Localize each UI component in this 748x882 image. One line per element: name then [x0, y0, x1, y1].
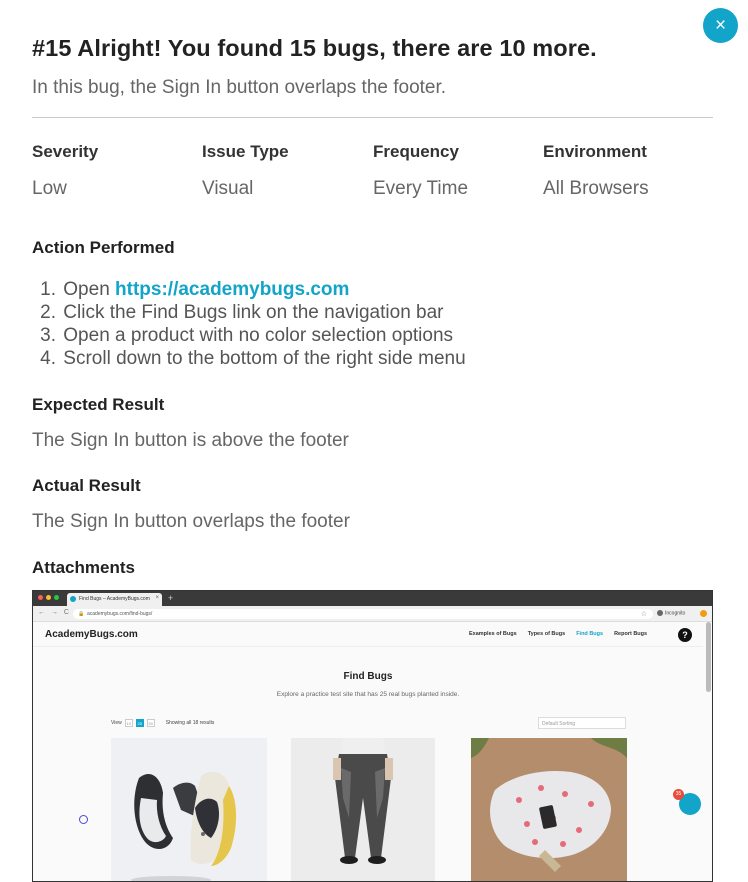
incognito-icon	[657, 610, 663, 616]
shoes-image	[111, 738, 267, 881]
expected-text: The Sign In button is above the footer	[32, 430, 349, 451]
steps-list: 1. Open https://academybugs.com 2. Click…	[32, 278, 466, 370]
nav-find-bugs: Find Bugs	[576, 631, 604, 637]
shirt-image	[471, 738, 627, 881]
sort-select: Default Sorting	[538, 717, 626, 729]
list-item: 3. Open a product with no color selectio…	[40, 325, 454, 346]
attachments-heading: Attachments	[32, 558, 135, 577]
window-controls	[38, 595, 59, 600]
attachment-screenshot[interactable]: Find Bugs – AcademyBugs.com × + ← → C 🔒 …	[32, 590, 713, 882]
product-image-jeans	[291, 738, 435, 881]
meta-value: Visual	[202, 178, 254, 199]
browser-tabbar: Find Bugs – AcademyBugs.com × +	[33, 591, 712, 606]
site-logo: AcademyBugs.com	[45, 629, 138, 640]
product-image-shirt	[471, 738, 627, 881]
page-subtitle: Explore a practice test site that has 25…	[276, 691, 460, 698]
meta-value: Every Time	[373, 178, 469, 199]
bug-title: #15 Alright! You found 15 bugs, there ar…	[32, 35, 597, 61]
product-image-shoes	[111, 738, 267, 881]
meta-value: All Browsers	[543, 178, 649, 199]
bug-meta: Severity Low Issue Type Visual Frequency…	[32, 142, 713, 202]
help-icon: ?	[678, 628, 692, 642]
divider	[33, 646, 703, 647]
view-option: 50	[146, 719, 155, 727]
meta-environment: Environment All Browsers	[543, 142, 713, 200]
browser-omnibar: ← → C 🔒 academybugs.com/find-bugs/ ☆ Inc…	[33, 606, 712, 622]
lock-icon: 🔒	[78, 611, 85, 617]
jeans-image	[291, 738, 435, 881]
view-option: 25	[135, 719, 144, 727]
academybugs-link[interactable]: https://academybugs.com	[115, 279, 349, 300]
nav-examples: Examples of Bugs	[469, 631, 517, 637]
actual-text: The Sign In button overlaps the footer	[32, 511, 350, 532]
meta-issue-type: Issue Type Visual	[202, 142, 372, 200]
nav-report: Report Bugs	[614, 631, 648, 637]
meta-label: Issue Type	[202, 142, 289, 161]
bug-count-badge: 35	[673, 789, 684, 800]
maximize-dot-icon	[54, 595, 59, 600]
results-count: Showing all 18 results	[165, 720, 215, 726]
nav-types: Types of Bugs	[527, 631, 566, 637]
meta-value: Low	[32, 178, 67, 199]
site-viewport: AcademyBugs.com Examples of Bugs Types o…	[33, 622, 712, 881]
bug-subtitle: In this bug, the Sign In button overlaps…	[32, 77, 447, 98]
actual-heading: Actual Result	[32, 476, 141, 495]
minimize-dot-icon	[46, 595, 51, 600]
browser-menu-icon	[700, 610, 707, 617]
site-nav: Examples of Bugs Types of Bugs Find Bugs…	[469, 631, 647, 637]
new-tab-icon: +	[168, 593, 174, 603]
meta-severity: Severity Low	[32, 142, 202, 200]
meta-label: Frequency	[373, 142, 459, 161]
list-item: 1. Open https://academybugs.com	[40, 279, 350, 300]
action-heading: Action Performed	[32, 238, 175, 257]
list-item: 4. Scroll down to the bottom of the righ…	[40, 348, 466, 369]
list-item: 2. Click the Find Bugs link on the navig…	[40, 302, 444, 323]
meta-label: Environment	[543, 142, 647, 161]
view-bar: View 10 25 50 Showing all 18 results	[111, 719, 215, 727]
page-title: Find Bugs	[343, 671, 393, 682]
cursor-ring-icon	[79, 815, 88, 824]
tab-close-icon: ×	[155, 595, 159, 601]
browser-tab: Find Bugs – AcademyBugs.com ×	[67, 593, 162, 606]
divider	[32, 117, 713, 118]
nav-arrows-icon: ← → C	[38, 609, 71, 616]
url-field: 🔒 academybugs.com/find-bugs/ ☆	[73, 609, 653, 619]
close-icon[interactable]: ×	[715, 16, 726, 35]
star-icon: ☆	[640, 611, 647, 618]
incognito-label: Incognito	[657, 610, 685, 616]
meta-frequency: Frequency Every Time	[373, 142, 543, 200]
view-option: 10	[124, 719, 133, 727]
favicon-icon	[70, 596, 76, 602]
meta-label: Severity	[32, 142, 99, 161]
close-dot-icon	[38, 595, 43, 600]
expected-heading: Expected Result	[32, 395, 165, 414]
scrollbar	[706, 622, 711, 692]
